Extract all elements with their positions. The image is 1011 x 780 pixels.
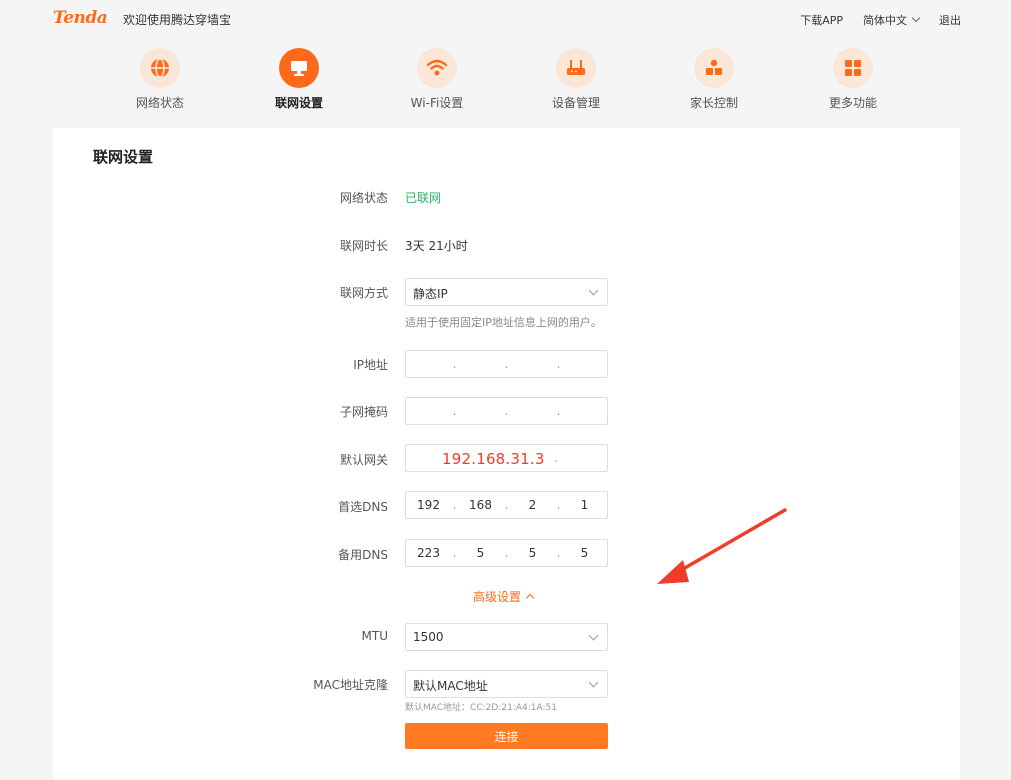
- mac-clone-select[interactable]: 默认MAC地址: [405, 670, 608, 698]
- tenda-logo: Tenda: [53, 8, 108, 28]
- router-icon: [556, 48, 596, 88]
- chevron-down-icon: [588, 630, 599, 641]
- duration-value: 3天 21小时: [405, 239, 468, 253]
- chevron-down-icon: [911, 13, 921, 23]
- ip-label: IP地址: [353, 358, 388, 372]
- primary-dns-field[interactable]: 192. 168. 2. 1: [405, 491, 608, 519]
- mtu-label: MTU: [361, 629, 388, 643]
- mac-clone-value: 默认MAC地址: [413, 679, 488, 693]
- dns1-octet-3[interactable]: 2: [510, 498, 555, 512]
- globe-icon: [140, 48, 180, 88]
- dns2-octet-1[interactable]: 223: [406, 546, 451, 560]
- nav-more-features[interactable]: 更多功能: [803, 48, 903, 111]
- advanced-settings-toggle[interactable]: 高级设置: [473, 588, 535, 605]
- mode-label: 联网方式: [339, 286, 388, 300]
- language-select[interactable]: 简体中文: [863, 12, 921, 28]
- nav-network-status[interactable]: 网络状态: [110, 48, 210, 111]
- mtu-value: 1500: [413, 630, 444, 644]
- dns2-octet-2[interactable]: 5: [458, 546, 503, 560]
- nav-wifi-settings[interactable]: Wi-Fi设置: [387, 48, 487, 111]
- welcome-text: 欢迎使用腾达穿墙宝: [123, 13, 232, 27]
- nav-label: 家长控制: [689, 96, 738, 110]
- chevron-up-icon: [525, 593, 535, 603]
- mac-label: MAC地址克隆: [313, 678, 388, 692]
- wifi-icon: [417, 48, 457, 88]
- ip-address-field[interactable]: . . .: [405, 350, 608, 378]
- nav-label: 更多功能: [828, 96, 877, 110]
- mask-label: 子网掩码: [339, 405, 388, 419]
- dns2-octet-3[interactable]: 5: [510, 546, 555, 560]
- dns2-label: 备用DNS: [338, 548, 388, 562]
- nav-label: 设备管理: [551, 96, 600, 110]
- nav-parental-control[interactable]: 家长控制: [664, 48, 764, 111]
- internet-settings-panel: 联网设置 网络状态 已联网 联网时长 3天 21小时 联网方式 静态IP 适用于…: [53, 128, 960, 780]
- dns1-octet-2[interactable]: 168: [458, 498, 503, 512]
- mtu-select[interactable]: 1500: [405, 623, 608, 651]
- connection-mode-value: 静态IP: [413, 287, 448, 301]
- default-gateway-field[interactable]: 192.168.31.3 .: [405, 444, 608, 472]
- gateway-annotation-text: 192.168.31.3: [442, 450, 545, 468]
- chevron-down-icon: [588, 677, 599, 688]
- top-links: 下载APP 简体中文 退出: [800, 12, 961, 28]
- secondary-dns-field[interactable]: 223. 5. 5. 5: [405, 539, 608, 567]
- connect-button[interactable]: 连接: [405, 723, 608, 749]
- nav-label: Wi-Fi设置: [410, 96, 464, 110]
- nav-device-management[interactable]: 设备管理: [526, 48, 626, 111]
- chevron-down-icon: [588, 285, 599, 296]
- red-annotation-arrow: [657, 508, 787, 584]
- dns2-octet-4[interactable]: 5: [562, 546, 607, 560]
- status-label: 网络状态: [339, 191, 388, 205]
- monitor-icon: [279, 48, 319, 88]
- logout-link[interactable]: 退出: [939, 12, 961, 28]
- download-app-link[interactable]: 下载APP: [800, 12, 843, 28]
- parental-icon: [694, 48, 734, 88]
- grid-icon: [833, 48, 873, 88]
- duration-label: 联网时长: [339, 239, 388, 253]
- dns1-label: 首选DNS: [338, 500, 388, 514]
- gateway-label: 默认网关: [339, 453, 388, 467]
- advanced-settings-label: 高级设置: [473, 590, 522, 604]
- language-label: 简体中文: [863, 14, 907, 27]
- subnet-mask-field[interactable]: . . .: [405, 397, 608, 425]
- connection-mode-select[interactable]: 静态IP: [405, 278, 608, 306]
- page-title: 联网设置: [93, 148, 154, 166]
- dns1-octet-4[interactable]: 1: [562, 498, 607, 512]
- nav-internet-settings[interactable]: 联网设置: [249, 48, 349, 111]
- dns1-octet-1[interactable]: 192: [406, 498, 451, 512]
- mode-hint: 适用于使用固定IP地址信息上网的用户。: [405, 316, 602, 329]
- nav-label: 网络状态: [135, 96, 184, 110]
- status-value: 已联网: [405, 191, 442, 205]
- mac-hint: 默认MAC地址：CC:2D:21:A4:1A:51: [405, 703, 557, 713]
- nav-label: 联网设置: [274, 96, 323, 110]
- top-bar: Tenda 欢迎使用腾达穿墙宝 下载APP 简体中文 退出 网络状态 联网设置 …: [0, 0, 1011, 128]
